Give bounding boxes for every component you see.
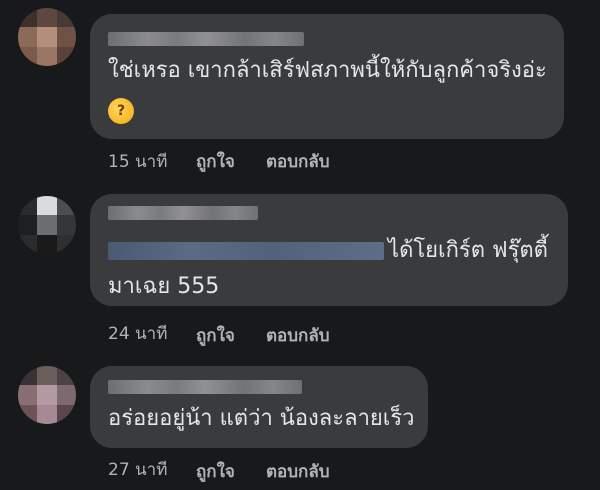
comment-timestamp[interactable]: 27 นาที: [108, 456, 167, 483]
reply-button[interactable]: ตอบกลับ: [266, 322, 330, 349]
mentioned-user-link[interactable]: [108, 242, 384, 260]
comment-timestamp[interactable]: 15 นาที: [108, 148, 167, 175]
avatar[interactable]: [18, 366, 76, 424]
like-button[interactable]: ถูกใจ: [196, 458, 235, 485]
like-button[interactable]: ถูกใจ: [196, 148, 235, 175]
commenter-name[interactable]: [108, 32, 304, 46]
thinking-face-emoji: ?: [108, 98, 134, 124]
commenter-name[interactable]: [108, 380, 302, 394]
comment-bubble: อร่อยอยู่น้า แต่ว่า น้องละลายเร็ว: [90, 366, 428, 448]
comment-bubble: ได้โยเกิร์ต ฟรุ๊ตตี้ มาเฉย 555: [90, 194, 568, 306]
reply-button[interactable]: ตอบกลับ: [266, 148, 330, 175]
comment-text-line2: มาเฉย 555: [108, 274, 220, 299]
avatar[interactable]: [18, 8, 76, 66]
reply-button[interactable]: ตอบกลับ: [266, 458, 330, 485]
like-button[interactable]: ถูกใจ: [196, 322, 235, 349]
comment-timestamp[interactable]: 24 นาที: [108, 320, 167, 347]
comment-text: อร่อยอยู่น้า แต่ว่า น้องละลายเร็ว: [108, 406, 415, 431]
comment-text-line1: ได้โยเกิร์ต ฟรุ๊ตตี้: [388, 238, 548, 263]
comment-bubble: ใช่เหรอ เขากล้าเสิร์ฟสภาพนี้ให้กับลูกค้า…: [90, 14, 564, 139]
commenter-name[interactable]: [108, 206, 258, 220]
avatar[interactable]: [18, 196, 76, 254]
comment-text: ใช่เหรอ เขากล้าเสิร์ฟสภาพนี้ให้กับลูกค้า…: [108, 58, 547, 83]
